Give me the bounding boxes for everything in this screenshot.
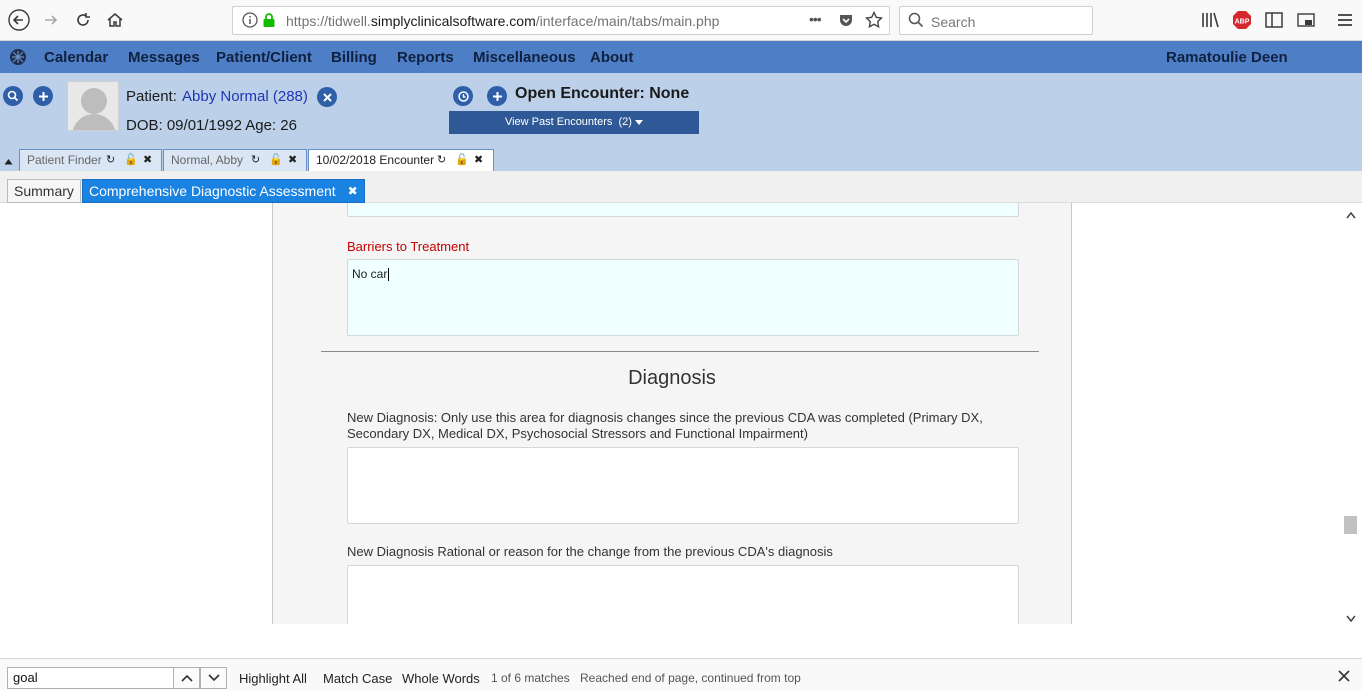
hamburger-menu-icon[interactable]	[1334, 9, 1356, 31]
tab-summary[interactable]: Summary	[7, 179, 81, 203]
sidebar-icon[interactable]	[1263, 9, 1285, 31]
forward-icon[interactable]	[36, 5, 66, 35]
view-past-encounters-button[interactable]: View Past Encounters (2)	[449, 111, 699, 134]
tab-patient-finder[interactable]: Patient Finder ↻ 🔓 ✖	[19, 149, 162, 171]
find-bar: goal Highlight All Match Case Whole Word…	[0, 658, 1362, 690]
barriers-label: Barriers to Treatment	[347, 239, 470, 254]
unlock-icon[interactable]: 🔓	[269, 153, 283, 166]
new-diagnosis-label: New Diagnosis: Only use this area for di…	[347, 410, 983, 441]
highlight-all-toggle[interactable]: Highlight All	[239, 671, 307, 686]
find-next-button[interactable]	[200, 667, 227, 689]
scroll-thumb[interactable]	[1344, 516, 1357, 534]
form-panel: Barriers to Treatment No car Diagnosis N…	[272, 203, 1072, 624]
text-cursor	[388, 268, 390, 282]
patient-label: Patient:	[126, 88, 177, 105]
close-icon[interactable]: ✖	[474, 153, 483, 166]
unlock-icon[interactable]: 🔓	[124, 153, 138, 166]
patient-dob-age: DOB: 09/01/1992 Age: 26	[126, 117, 297, 134]
bookmark-star-icon[interactable]	[864, 10, 884, 32]
close-icon[interactable]: ✖	[288, 153, 297, 166]
history-icon	[457, 90, 469, 102]
patient-search-button[interactable]	[3, 86, 23, 106]
scroll-down-icon[interactable]	[1346, 611, 1356, 626]
url-text[interactable]: https://tidwell.simplyclinicalsoftware.c…	[286, 13, 719, 29]
add-patient-button[interactable]	[33, 86, 53, 106]
main-menu-bar: Calendar Messages Patient/Client Billing…	[0, 41, 1362, 73]
close-icon	[322, 92, 332, 102]
open-encounter-label: Open Encounter: None	[515, 85, 690, 102]
menu-calendar[interactable]: Calendar	[44, 49, 108, 66]
avatar	[67, 81, 119, 131]
scroll-up-icon[interactable]	[1346, 207, 1356, 222]
find-input[interactable]: goal	[7, 667, 174, 689]
menu-messages[interactable]: Messages	[128, 49, 200, 66]
encounter-subtabs: Summary Comprehensive Diagnostic Assessm…	[0, 171, 1362, 203]
new-diagnosis-textarea[interactable]	[347, 447, 1019, 524]
refresh-icon[interactable]: ↻	[251, 153, 260, 166]
refresh-icon[interactable]: ↻	[106, 153, 115, 166]
close-icon[interactable]: ✖	[348, 184, 358, 198]
lock-icon	[262, 12, 276, 31]
patient-header: Patient: Abby Normal (288) DOB: 09/01/19…	[0, 73, 1362, 171]
menu-miscellaneous[interactable]: Miscellaneous	[473, 49, 576, 66]
match-count: 1 of 6 matches	[491, 671, 570, 685]
close-find-bar-icon[interactable]	[1338, 669, 1350, 687]
plus-icon	[38, 91, 48, 101]
new-encounter-button[interactable]	[487, 86, 507, 106]
search-icon	[908, 12, 924, 31]
plus-icon	[492, 91, 502, 101]
menu-patient-client[interactable]: Patient/Client	[216, 49, 312, 66]
match-case-toggle[interactable]: Match Case	[323, 671, 392, 686]
tab-encounter[interactable]: 10/02/2018 Encounter ↻ 🔓 ✖	[308, 149, 494, 171]
collapse-header-icon[interactable]	[4, 153, 13, 168]
form-content: Barriers to Treatment No car Diagnosis N…	[0, 203, 1362, 624]
menu-billing[interactable]: Billing	[331, 49, 377, 66]
previous-text-area[interactable]	[347, 203, 1019, 217]
barriers-textarea[interactable]: No car	[347, 259, 1019, 336]
close-patient-button[interactable]	[317, 87, 337, 107]
new-diagnosis-rational-textarea[interactable]	[347, 565, 1019, 624]
search-icon	[7, 90, 19, 102]
app-logo-icon[interactable]	[8, 47, 28, 70]
encounter-history-button[interactable]	[453, 86, 473, 106]
patient-name-link[interactable]: Abby Normal (288)	[182, 88, 308, 105]
menu-reports[interactable]: Reports	[397, 49, 454, 66]
pocket-icon[interactable]	[838, 12, 854, 31]
tab-comprehensive-diagnostic-assessment[interactable]: Comprehensive Diagnostic Assessment ✖	[82, 179, 365, 203]
user-name[interactable]: Ramatoulie Deen	[1166, 49, 1288, 66]
home-icon[interactable]	[100, 5, 130, 35]
browser-search-input[interactable]: Search	[899, 6, 1093, 35]
section-divider	[321, 351, 1039, 352]
unlock-icon[interactable]: 🔓	[455, 153, 469, 166]
find-status-message: Reached end of page, continued from top	[580, 671, 801, 685]
find-previous-button[interactable]	[173, 667, 200, 689]
chevron-up-icon	[180, 674, 193, 682]
menu-about[interactable]: About	[590, 49, 633, 66]
url-bar[interactable]: https://tidwell.simplyclinicalsoftware.c…	[232, 6, 890, 35]
page-actions-icon[interactable]: •••	[809, 11, 822, 27]
caret-down-icon	[635, 119, 644, 125]
library-icon[interactable]	[1199, 9, 1221, 31]
tab-normal-abby[interactable]: Normal, Abby ↻ 🔓 ✖	[163, 149, 307, 171]
back-icon[interactable]	[4, 5, 34, 35]
refresh-icon[interactable]: ↻	[437, 153, 446, 166]
info-icon[interactable]	[242, 12, 258, 31]
new-diagnosis-rational-label: New Diagnosis Rational or reason for the…	[347, 544, 833, 559]
diagnosis-heading: Diagnosis	[628, 367, 716, 389]
close-icon[interactable]: ✖	[143, 153, 152, 166]
adblock-plus-icon[interactable]: ABP	[1231, 9, 1253, 31]
screenshot-icon[interactable]	[1295, 9, 1317, 31]
reload-icon[interactable]	[68, 5, 98, 35]
whole-words-toggle[interactable]: Whole Words	[402, 671, 480, 686]
svg-text:ABP: ABP	[1235, 19, 1250, 26]
browser-toolbar: https://tidwell.simplyclinicalsoftware.c…	[0, 0, 1362, 41]
content-scrollbar[interactable]	[1342, 203, 1362, 624]
chevron-down-icon	[207, 674, 220, 682]
